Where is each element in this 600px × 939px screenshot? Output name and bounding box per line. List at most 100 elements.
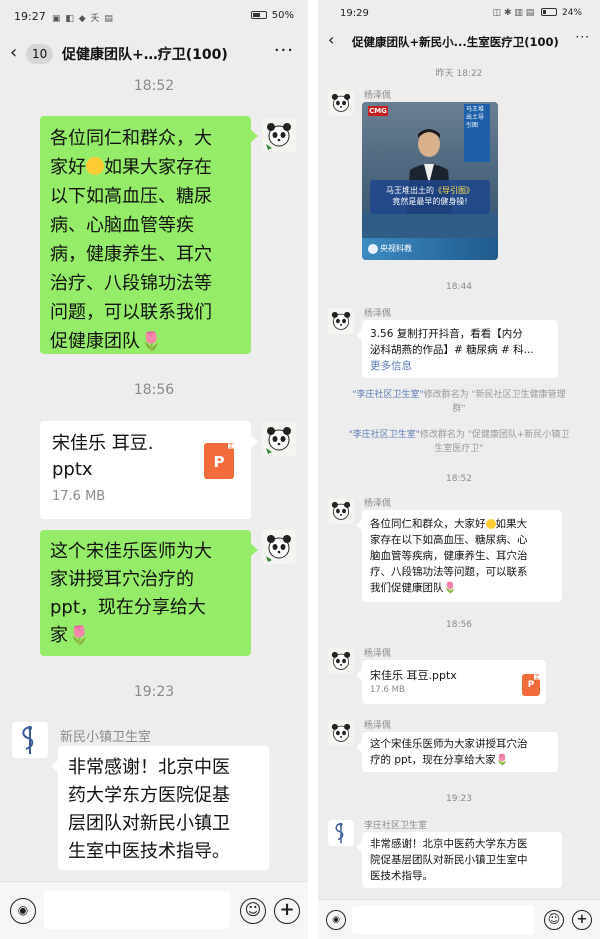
bubble-tail xyxy=(251,130,258,142)
ppt-file-icon: P xyxy=(522,674,540,696)
more-options-icon[interactable]: ··· xyxy=(274,40,294,61)
avatar-panda[interactable] xyxy=(328,308,354,334)
avatar-clinic-logo[interactable] xyxy=(328,820,354,846)
file-name-line: pptx xyxy=(52,459,93,480)
message-line: 病、心脑血管等疾 xyxy=(50,215,194,236)
avatar-panda[interactable] xyxy=(328,720,354,746)
message-bubble-outgoing[interactable]: 这个宋佳乐医师为大 家讲授耳穴治疗的 ppt，现在分享给大 家🌷 xyxy=(40,530,251,656)
avatar-panda[interactable] xyxy=(262,118,296,152)
avatar-panda[interactable] xyxy=(262,422,296,456)
message-line: 疗的 ppt，现在分享给大家🌷 xyxy=(370,752,550,768)
status-bar: 19:27 ▣ ◧ ◆ 夭 ▤ 50% xyxy=(0,0,308,36)
message-line: 以下如高血压、糖尿 xyxy=(50,186,212,207)
message-line: 家存在以下如高血压、糖尿病、心 xyxy=(370,534,528,546)
chat-title[interactable]: 促健康团队+…疗卫(100) xyxy=(62,44,228,64)
caption-text: 马王堆出土的 xyxy=(386,186,434,195)
system-notice-line: 群" xyxy=(452,404,466,414)
caption-line: 竟然是最早的健身操! xyxy=(392,197,468,206)
timestamp: 18:52 xyxy=(446,474,472,484)
message-line: 生室中医技术指导。 xyxy=(68,841,230,862)
system-notice-line: "李庄社区卫生室"修改群名为 "新民社区卫生健康管理 xyxy=(338,388,580,402)
message-line: 医技术指导。 xyxy=(370,870,433,882)
more-options-icon[interactable]: ··· xyxy=(576,30,590,44)
more-info-link[interactable]: 更多信息 xyxy=(370,358,550,374)
message-line: 家好 如果大家存在 xyxy=(50,153,241,182)
message-line: 家🌷 xyxy=(50,622,241,650)
back-arrow-icon[interactable]: ‹ xyxy=(10,42,17,63)
member-name-link[interactable]: "李庄社区卫生室" xyxy=(349,430,420,440)
message-input[interactable] xyxy=(44,891,230,929)
sender-name: 杨泽佩 xyxy=(364,309,392,319)
message-text: 如果大 xyxy=(495,518,528,530)
file-name: 宋佳乐 耳豆.pptx xyxy=(370,669,457,682)
system-notice: "李庄社区卫生室"修改群名为 "促健康团队+新民小镇卫 生室医疗卫" xyxy=(338,428,580,456)
rose-icon: 🌷 xyxy=(495,754,509,766)
message-line: 非常感谢！北京中医药大学东方医 xyxy=(370,838,528,850)
voice-input-icon[interactable]: ◉ xyxy=(10,898,36,924)
video-side-title: 马王堆出土导引图 xyxy=(464,104,490,162)
message-line: 这个宋佳乐医师为大家讲授耳穴治 xyxy=(370,738,528,750)
rose-icon: 🌷 xyxy=(443,582,457,594)
message-text: 如果大家存在 xyxy=(104,157,212,178)
avatar-panda[interactable] xyxy=(328,498,354,524)
bubble-tail xyxy=(251,544,258,556)
message-line: 疗、八段锦功法等问题，可以联系 xyxy=(370,566,528,578)
caption-line: 马王堆出土的《导引图》 xyxy=(374,185,486,196)
avatar-panda[interactable] xyxy=(328,90,354,116)
voice-input-icon[interactable]: ◉ xyxy=(326,910,346,930)
message-bubble-incoming[interactable]: 非常感谢！北京中医药大学东方医 院促基层团队对新民小镇卫生室中 医技术指导。 xyxy=(362,832,562,888)
status-bar: 19:29 ◫ ✱ ▥ ▤ 24% xyxy=(318,0,600,28)
unread-count-badge[interactable]: 10 xyxy=(26,44,54,64)
message-bubble-incoming[interactable]: 这个宋佳乐医师为大家讲授耳穴治 疗的 ppt，现在分享给大家🌷 xyxy=(362,732,558,772)
file-icon-letter: P xyxy=(527,680,535,690)
message-line: 脑血管等疾病，健康养生、耳穴治 xyxy=(370,550,528,562)
file-name-line: 宋佳乐 耳豆. xyxy=(52,433,154,454)
file-message-card[interactable]: 宋佳乐 耳豆. pptx 17.6 MB P xyxy=(40,421,251,519)
chat-title[interactable]: 促健康团队+新民小...生室医疗卫(100) xyxy=(352,34,559,50)
battery-percent: 50% xyxy=(271,10,294,21)
notice-text: 修改群名为 "促健康团队+新民小镇卫 xyxy=(419,430,570,440)
message-input[interactable] xyxy=(352,906,534,934)
more-functions-plus-icon[interactable]: + xyxy=(274,898,300,924)
bubble-tail xyxy=(356,330,362,340)
emoji-picker-icon[interactable]: ☺ xyxy=(240,898,266,924)
message-line: 病，健康养生、耳穴 xyxy=(50,244,212,265)
smile-emoji-icon xyxy=(485,519,496,529)
avatar-panda[interactable] xyxy=(262,530,296,564)
member-name-link[interactable]: "李庄社区卫生室" xyxy=(352,390,423,400)
ppt-file-icon: P xyxy=(204,443,234,479)
message-text: 我们促健康团队 xyxy=(370,582,444,594)
message-line: ppt，现在分享给大 xyxy=(50,597,206,618)
sender-name: 杨泽佩 xyxy=(364,499,392,509)
system-notice: "李庄社区卫生室"修改群名为 "新民社区卫生健康管理 群" xyxy=(338,388,580,416)
emoji-picker-icon[interactable]: ☺ xyxy=(544,910,564,930)
avatar-panda[interactable] xyxy=(328,648,354,674)
message-line: 3.56 复制打开抖音，看看【内分 xyxy=(370,328,523,340)
message-bubble-outgoing[interactable]: 各位同仁和群众，大 家好 如果大家存在 以下如高血压、糖尿 病、心脑血管等疾 病，… xyxy=(40,116,251,354)
message-text: 家 xyxy=(50,625,68,646)
message-bubble-incoming[interactable]: 非常感谢！北京中医 药大学东方医院促基 层团队对新民小镇卫 生室中医技术指导。 xyxy=(58,746,269,870)
back-arrow-icon[interactable]: ‹ xyxy=(328,30,334,49)
video-share-card[interactable]: CMG 马王堆出土导引图 马王堆出土的《导引图》 竟然是最早的健身操! 央视科教 xyxy=(362,102,498,260)
avatar-clinic-logo[interactable] xyxy=(12,722,48,758)
video-footer: 央视科教 xyxy=(362,238,498,260)
more-functions-plus-icon[interactable]: + xyxy=(572,910,592,930)
smile-emoji-icon xyxy=(86,157,104,175)
sender-name: 杨泽佩 xyxy=(364,649,392,659)
notification-icons: ▣ ◧ ◆ 夭 ▤ xyxy=(52,14,114,24)
message-line: 促健康团队🌷 xyxy=(50,327,241,356)
message-text: 疗的 ppt，现在分享给大家 xyxy=(370,754,496,766)
battery-indicator: ◫ ✱ ▥ ▤ 24% xyxy=(493,8,582,18)
file-size: 17.6 MB xyxy=(370,685,405,695)
status-icons: ◫ ✱ ▥ ▤ xyxy=(492,8,535,18)
rose-icon: 🌷 xyxy=(68,625,91,646)
battery-icon xyxy=(541,8,558,16)
message-line: 各位同仁和群众，大 xyxy=(50,128,212,149)
channel-logo-icon xyxy=(368,244,378,254)
message-text: 促健康团队 xyxy=(50,331,140,352)
message-bubble-incoming[interactable]: 各位同仁和群众，大家好 如果大 家存在以下如高血压、糖尿病、心 脑血管等疾病，健康… xyxy=(362,510,562,602)
file-message-card[interactable]: 宋佳乐 耳豆.pptx 17.6 MB P xyxy=(362,660,546,704)
link-share-message[interactable]: 3.56 复制打开抖音，看看【内分 泌科胡燕的作品】# 糖尿病 # 科... 更… xyxy=(362,320,558,378)
video-caption: 马王堆出土的《导引图》 竟然是最早的健身操! xyxy=(370,180,490,214)
message-line: 药大学东方医院促基 xyxy=(68,785,230,806)
